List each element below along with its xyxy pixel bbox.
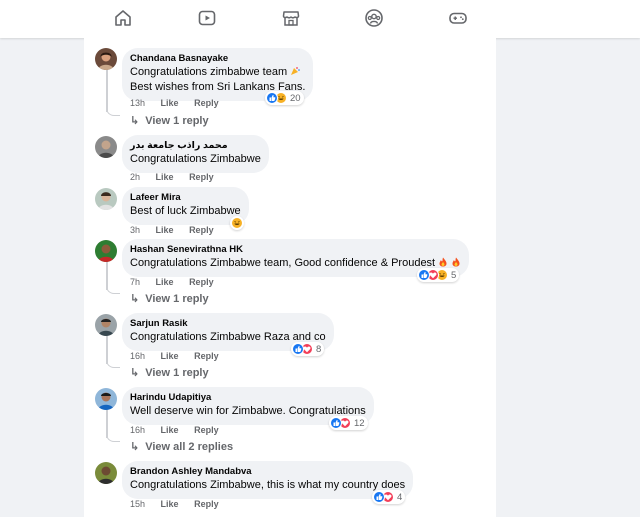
comment-time[interactable]: 7h	[130, 277, 140, 287]
comment-time[interactable]: 13h	[130, 98, 145, 108]
reaction-count: 4	[397, 491, 403, 503]
comment-actions: 16h Like Reply	[130, 351, 232, 361]
video-icon[interactable]	[197, 8, 217, 28]
avatar[interactable]	[95, 462, 117, 484]
comment-text: Congratulations Zimbabwe team, Good conf…	[130, 256, 461, 271]
comment-time[interactable]: 16h	[130, 425, 145, 435]
reply-button[interactable]: Reply	[194, 499, 219, 509]
view-replies-link[interactable]: ↳ View 1 reply	[130, 366, 209, 379]
thread-connector	[106, 358, 120, 368]
comment-author[interactable]: Harindu Udapitiya	[130, 392, 366, 404]
thread-connector	[106, 106, 120, 116]
comment-bubble: Brandon Ashley Mandabva Congratulations …	[122, 461, 414, 499]
reply-button[interactable]: Reply	[194, 425, 219, 435]
like-reaction-icon	[330, 417, 342, 429]
comment-time[interactable]: 3h	[130, 225, 140, 235]
view-replies-label: View 1 reply	[145, 367, 209, 379]
comment-bubble: محمد راذب جامعة بدر Congratulations Zimb…	[122, 135, 269, 173]
reaction-summary[interactable]: 12	[329, 416, 368, 430]
view-replies-link[interactable]: ↳ View all 2 replies	[130, 440, 233, 453]
comment-author[interactable]: Brandon Ashley Mandabva	[130, 466, 405, 478]
avatar[interactable]	[95, 136, 117, 158]
comment-author[interactable]: Hashan Senevirathna HK	[130, 244, 461, 256]
reaction-count: 12	[354, 417, 365, 429]
groups-icon[interactable]	[364, 8, 384, 28]
avatar[interactable]	[95, 314, 117, 336]
like-reaction-icon	[266, 92, 278, 104]
reply-arrow-icon: ↳	[130, 441, 140, 453]
comment-text: Congratulations zimbabwe team	[130, 65, 305, 80]
like-button[interactable]: Like	[156, 225, 174, 235]
comment-time[interactable]: 2h	[130, 172, 140, 182]
top-navigation-bar	[0, 0, 640, 38]
party-popper-emoji-icon	[290, 66, 301, 76]
reply-button[interactable]: Reply	[189, 225, 214, 235]
comment-actions: 3h Like Reply	[130, 225, 227, 235]
view-replies-label: View 1 reply	[145, 293, 209, 305]
comment-author[interactable]: Chandana Basnayake	[130, 53, 305, 65]
reaction-summary[interactable]: 4	[372, 490, 406, 504]
reaction-count: 20	[290, 92, 301, 104]
like-reaction-icon	[292, 343, 304, 355]
comment-actions: 7h Like Reply	[130, 277, 227, 287]
reply-button[interactable]: Reply	[194, 98, 219, 108]
comment-author[interactable]: Sarjun Rasik	[130, 318, 326, 330]
reaction-summary[interactable]	[230, 216, 244, 230]
reaction-count: 5	[451, 269, 457, 281]
reaction-summary[interactable]: 8	[291, 342, 325, 356]
view-replies-link[interactable]: ↳ View 1 reply	[130, 114, 209, 127]
thread-connector	[106, 432, 120, 442]
reaction-summary[interactable]: 5	[417, 268, 460, 282]
reaction-count: 8	[316, 343, 322, 355]
home-icon[interactable]	[113, 8, 133, 28]
thread-connector	[106, 284, 120, 294]
fire-emoji-icon	[451, 257, 461, 267]
gaming-icon[interactable]	[448, 8, 468, 28]
haha-reaction-icon	[231, 217, 243, 229]
comments-panel: Chandana Basnayake Congratulations zimba…	[84, 38, 496, 517]
comment-text-line: Congratulations zimbabwe team	[130, 66, 288, 78]
like-button[interactable]: Like	[161, 98, 179, 108]
avatar[interactable]	[95, 48, 117, 70]
like-button[interactable]: Like	[156, 277, 174, 287]
reply-arrow-icon: ↳	[130, 293, 140, 305]
comment-text-line: Congratulations Zimbabwe team, Good conf…	[130, 257, 436, 269]
reply-arrow-icon: ↳	[130, 115, 140, 127]
like-button[interactable]: Like	[161, 499, 179, 509]
reply-button[interactable]: Reply	[194, 351, 219, 361]
like-button[interactable]: Like	[161, 351, 179, 361]
comment-actions: 13h Like Reply	[130, 98, 232, 108]
reply-button[interactable]: Reply	[189, 172, 214, 182]
like-reaction-icon	[418, 269, 430, 281]
avatar[interactable]	[95, 388, 117, 410]
like-button[interactable]: Like	[161, 425, 179, 435]
view-replies-label: View 1 reply	[145, 115, 209, 127]
comment-text-line: Congratulations Zimbabwe, this is what m…	[130, 479, 406, 491]
reply-arrow-icon: ↳	[130, 367, 140, 379]
marketplace-icon[interactable]	[281, 8, 301, 28]
comment-time[interactable]: 16h	[130, 351, 145, 361]
comment-actions: 2h Like Reply	[130, 172, 227, 182]
view-replies-link[interactable]: ↳ View 1 reply	[130, 292, 209, 305]
comment-author[interactable]: محمد راذب جامعة بدر	[130, 140, 261, 152]
like-reaction-icon	[373, 491, 385, 503]
reaction-summary[interactable]: 20	[265, 91, 304, 105]
comment-author[interactable]: Lafeer Mira	[130, 192, 241, 204]
comment-actions: 15h Like Reply	[130, 499, 232, 509]
fire-emoji-icon	[438, 257, 448, 267]
avatar[interactable]	[95, 240, 117, 262]
comment-text-line: Best of luck Zimbabwe	[130, 205, 241, 217]
view-replies-label: View all 2 replies	[145, 441, 234, 453]
comment-time[interactable]: 15h	[130, 499, 145, 509]
comment-text-line: Congratulations Zimbabwe	[130, 153, 261, 165]
avatar[interactable]	[95, 188, 117, 210]
like-button[interactable]: Like	[156, 172, 174, 182]
comment-actions: 16h Like Reply	[130, 425, 232, 435]
reply-button[interactable]: Reply	[189, 277, 214, 287]
